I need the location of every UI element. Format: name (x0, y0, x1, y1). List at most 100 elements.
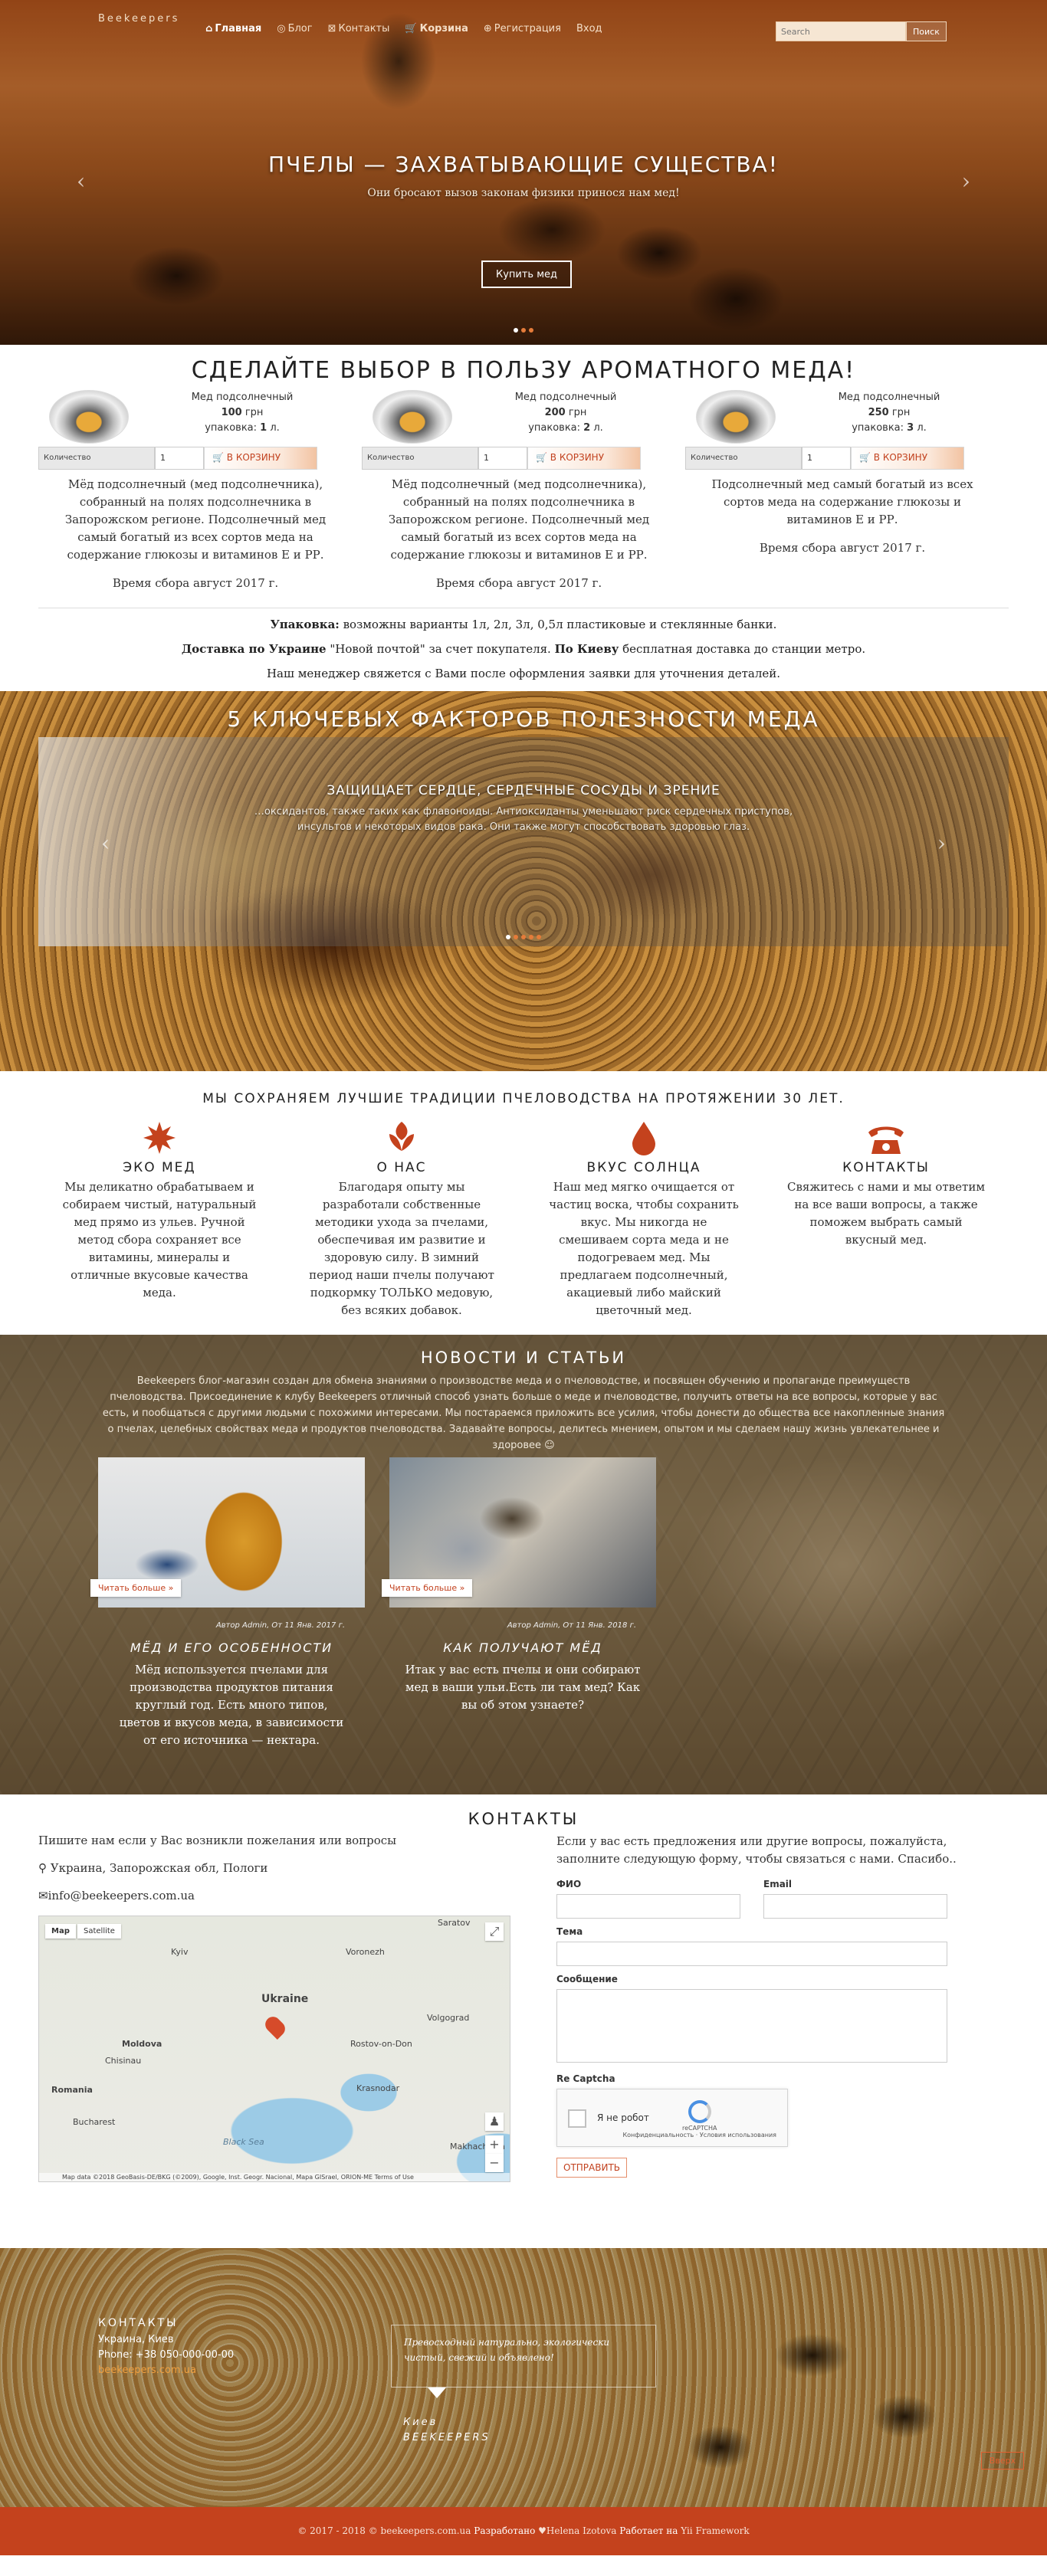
map-marker-icon: ⚲ (38, 1861, 51, 1875)
slide-heading: ЗАЩИЩАЕТ СЕРДЦЕ, СЕРДЕЧНЫЕ СОСУДЫ И ЗРЕН… (327, 783, 720, 798)
recaptcha-links[interactable]: Конфиденциальность · Условия использован… (622, 2132, 776, 2138)
article-title[interactable]: МЁД И ЕГО ОСОБЕННОСТИ (98, 1640, 365, 1655)
address-text: Украина, Запорожская обл, Пологи (50, 1861, 268, 1875)
read-more-button[interactable]: Читать больше » (90, 1579, 182, 1597)
nav-item-contacts[interactable]: ⊠ Контакты (320, 23, 398, 34)
read-more-button[interactable]: Читать больше » (382, 1579, 473, 1597)
article-image[interactable]: Читать больше » (382, 1457, 656, 1608)
article-title[interactable]: КАК ПОЛУЧАЮТ МЁД (389, 1640, 656, 1655)
product-description: Мёд подсолнечный (мед подсолнечника), со… (388, 477, 650, 562)
slide-indicator[interactable] (514, 328, 518, 333)
email-link[interactable]: info@beekeepers.com.ua (48, 1889, 195, 1903)
add-to-cart-label: В КОРЗИНУ (550, 452, 605, 463)
product-description: Подсолнечный мед самый богатый из всех с… (711, 477, 973, 526)
phone-icon (868, 1126, 904, 1154)
products-section: СДЕЛАЙТЕ ВЫБОР В ПОЛЬЗУ АРОМАТНОГО МЕДА!… (0, 345, 1047, 682)
zoom-out-icon[interactable]: − (485, 2154, 504, 2172)
cart-icon: 🛒 (212, 452, 227, 463)
pack-unit: л. (917, 422, 927, 434)
product-currency: грн (891, 407, 911, 418)
slide-indicator[interactable] (537, 935, 541, 939)
satellite-tab[interactable]: Satellite (77, 1924, 121, 1939)
nav-item-label: Блог (287, 23, 313, 34)
navbar: Beekeepers ⌂ Главная ◎ Блог ⊠ Контакты 🛒 Кор… (0, 0, 1047, 60)
slide-indicator[interactable] (521, 328, 526, 333)
contacts-title: КОНТАКТЫ (468, 1810, 579, 1828)
nav-item-label: Регистрация (494, 23, 561, 34)
quantity-input[interactable]: 1 (478, 447, 527, 470)
nav-item-blog[interactable]: ◎ Блог (269, 23, 320, 34)
subject-field[interactable] (556, 1942, 947, 1966)
contacts-note: Пишите нам если у Вас возникли пожелания… (38, 1834, 397, 1847)
buy-honey-button[interactable]: Купить мед (481, 261, 572, 288)
google-map[interactable]: Map Satellite ⤢ Ukraine Kyiv Moldova Rom… (38, 1916, 510, 2182)
testimonial-author: Киев BEEKEEPERS (403, 2415, 491, 2446)
slide-indicator[interactable] (521, 935, 526, 939)
email-field[interactable] (763, 1894, 947, 1919)
message-field[interactable] (556, 1989, 947, 2063)
feature-contacts: КОНТАКТЫ Свяжитесь с нами и мы ответим н… (765, 1120, 1007, 1319)
map-tab[interactable]: Map (45, 1924, 76, 1939)
news-intro: Beekeepers блог-магазин создан для обмен… (102, 1375, 945, 1451)
heart-icon: ♥ (538, 2525, 546, 2536)
contacts-section: КОНТАКТЫ Пишите нам если у Вас возникли … (0, 1794, 1047, 2248)
slide-indicator[interactable] (529, 935, 533, 939)
nav-item-cart[interactable]: 🛒 Корзина (397, 23, 475, 34)
product-harvest: Время сбора август 2017 г. (759, 541, 926, 555)
quantity-input[interactable]: 1 (802, 447, 851, 470)
nav-item-login[interactable]: Вход (569, 23, 610, 34)
honey-jar-image[interactable] (373, 390, 452, 444)
pack-size: 3 (907, 422, 914, 434)
recaptcha-icon (688, 2100, 711, 2123)
send-button[interactable]: ОТПРАВИТЬ (556, 2158, 628, 2178)
cart-icon: 🛒 (405, 23, 418, 34)
map-label: Kyiv (171, 1947, 189, 1957)
feature-title: ВКУС СОЛНЦА (586, 1160, 701, 1175)
article-excerpt: Итак у вас есть пчелы и они собирают мед… (405, 1663, 641, 1712)
fio-field[interactable] (556, 1894, 740, 1919)
prev-slide-icon[interactable]: ‹ (101, 831, 110, 856)
search-button[interactable]: Поиск (906, 21, 947, 41)
quantity-input[interactable]: 1 (155, 447, 204, 470)
product-name: Мед подсолнечный (514, 392, 617, 403)
product-currency: грн (568, 407, 587, 418)
author-city: Киев (403, 2417, 438, 2428)
honey-jar-image[interactable] (696, 390, 776, 444)
footer-site-link[interactable]: beekeepers.com.ua (98, 2365, 196, 2376)
add-to-cart-row: Количество 1 🛒 В КОРЗИНУ (685, 447, 999, 470)
map-label: Bucharest (73, 2117, 116, 2127)
add-to-cart-button[interactable]: 🛒 В КОРЗИНУ (204, 447, 317, 470)
kyiv-delivery-label: По Киеву (554, 642, 619, 656)
add-to-cart-button[interactable]: 🛒 В КОРЗИНУ (527, 447, 641, 470)
next-slide-icon[interactable]: › (937, 831, 946, 856)
fullscreen-icon[interactable]: ⤢ (485, 1922, 504, 1941)
pack-label: упаковка: (528, 422, 581, 434)
nav-item-register[interactable]: ⊕ Регистрация (476, 23, 569, 34)
street-view-icon[interactable]: ♟ (485, 2112, 504, 2131)
search-input[interactable] (776, 21, 906, 41)
add-to-cart-button[interactable]: 🛒 В КОРЗИНУ (851, 447, 964, 470)
slide-indicator[interactable] (514, 935, 518, 939)
article-image[interactable]: Читать больше » (90, 1457, 365, 1608)
zoom-in-icon[interactable]: + (485, 2135, 504, 2154)
scroll-top-button[interactable]: Вверх (980, 2452, 1024, 2469)
recaptcha-checkbox[interactable] (568, 2109, 586, 2128)
map-pin-icon[interactable] (262, 2014, 288, 2040)
traditions-title: МЫ СОХРАНЯЕМ ЛУЧШИЕ ТРАДИЦИИ ПЧЕЛОВОДСТВ… (202, 1091, 845, 1106)
slide-indicator[interactable] (529, 328, 533, 333)
recaptcha-widget: Я не робот reCAPTCHA Конфиденциальность ·… (556, 2089, 788, 2147)
honey-jar-image[interactable] (49, 390, 129, 444)
brand-logo[interactable]: Beekeepers (98, 13, 179, 25)
framework-link[interactable]: Yii Framework (681, 2525, 749, 2536)
pack-unit: л. (270, 422, 280, 434)
product-info: Мед подсолнечный 100 грн упаковка: 1 л. (129, 390, 353, 445)
product-name: Мед подсолнечный (838, 392, 940, 403)
feature-title: КОНТАКТЫ (842, 1160, 930, 1175)
slide-indicator[interactable] (506, 935, 510, 939)
feature-text: Наш мед мягко очищается от частиц воска,… (549, 1180, 739, 1317)
quantity-label: Количество (38, 447, 155, 470)
nav-item-home[interactable]: ⌂ Главная (198, 23, 269, 34)
packaging-text: возможны варианты 1л, 2л, 3л, 0,5л пласт… (339, 618, 777, 631)
delivery-text: "Новой почтой" за счет покупателя. (326, 642, 555, 656)
product-harvest: Время сбора август 2017 г. (435, 576, 602, 590)
